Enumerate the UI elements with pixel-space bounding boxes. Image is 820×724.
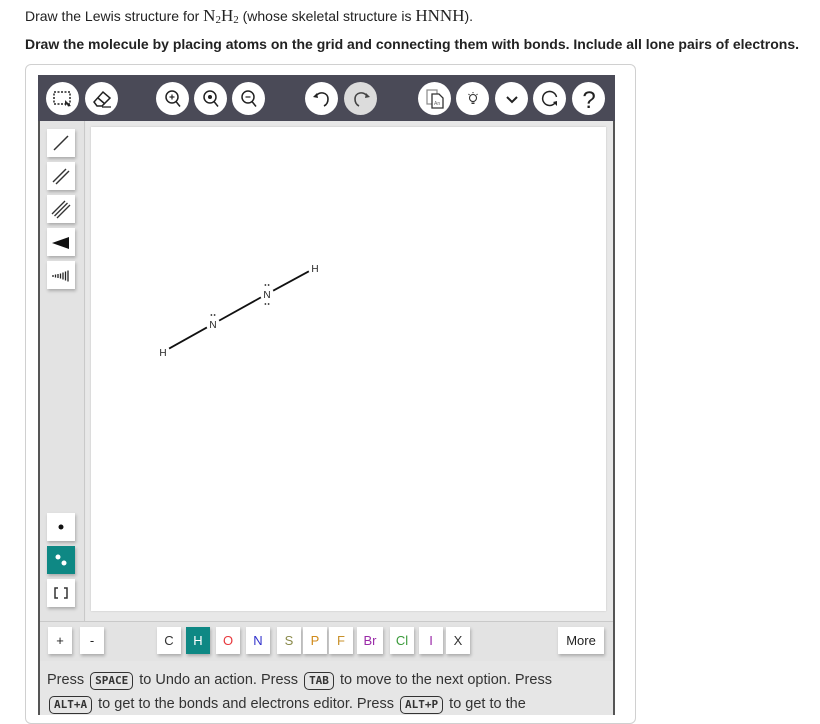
erase-button[interactable] <box>85 82 118 115</box>
question-instructions: Draw the molecule by placing atoms on th… <box>25 36 799 52</box>
bond-0[interactable] <box>168 326 208 350</box>
atom-n-1[interactable]: N <box>209 320 216 331</box>
element-button-cl[interactable]: Cl <box>390 627 414 654</box>
zoom-out-button[interactable] <box>232 82 265 115</box>
element-button-h[interactable]: H <box>186 627 210 654</box>
more-options-button[interactable] <box>495 82 528 115</box>
element-button-s[interactable]: S <box>277 627 301 654</box>
lone-pair-2-1 <box>264 303 270 305</box>
svg-text:?: ? <box>582 87 595 111</box>
alt-a-key: ALT+A <box>49 696 93 714</box>
wedge-bond-button[interactable] <box>47 228 75 256</box>
help-button[interactable]: ? <box>572 82 605 115</box>
atom-h-3[interactable]: H <box>311 264 318 275</box>
lone-pair-1-0 <box>210 314 216 316</box>
atom-n-2[interactable]: N <box>263 290 270 301</box>
question-line-1: Draw the Lewis structure for N2H2 (whose… <box>25 6 474 26</box>
more-elements-button[interactable]: More <box>558 627 604 654</box>
templates-button[interactable]: An <box>418 82 451 115</box>
space-key: SPACE <box>90 672 134 690</box>
lone-electron-button[interactable] <box>47 513 75 541</box>
element-button-br[interactable]: Br <box>357 627 383 654</box>
formula: N2H2 <box>203 6 239 26</box>
element-button-i[interactable]: I <box>419 627 443 654</box>
single-bond-button[interactable] <box>47 129 75 157</box>
undo-icon <box>312 91 329 107</box>
atom-h-0[interactable]: H <box>159 348 166 359</box>
triple-bond-button[interactable] <box>47 195 75 223</box>
hash-bond-button[interactable] <box>47 261 75 289</box>
zoom-out-icon <box>240 89 257 107</box>
marquee-select-button[interactable] <box>46 82 79 115</box>
tab-key: TAB <box>304 672 334 690</box>
question-middle: (whose skeletal structure is <box>238 8 416 24</box>
question-icon: ? <box>582 87 595 111</box>
zoom-in-button[interactable] <box>156 82 189 115</box>
element-button-n[interactable]: N <box>246 627 270 654</box>
brackets-icon <box>54 587 68 599</box>
lone-pair-2-0 <box>264 284 270 286</box>
hash-bond-icon <box>52 270 69 282</box>
lone-pair-button[interactable] <box>47 546 75 574</box>
element-button-p[interactable]: P <box>303 627 327 654</box>
hint-button[interactable] <box>456 82 489 115</box>
keyboard-help: Press SPACE to Undo an action. Press TAB… <box>47 672 552 714</box>
question-prefix: Draw the Lewis structure for <box>25 8 204 24</box>
marquee-select-icon <box>52 90 71 106</box>
chevron-down-icon <box>505 95 518 103</box>
reset-button[interactable] <box>533 82 566 115</box>
tool-sidebar <box>40 121 85 621</box>
element-button-f[interactable]: F <box>329 627 353 654</box>
bond-1[interactable] <box>218 296 262 322</box>
brackets-button[interactable] <box>47 579 75 607</box>
redo-button[interactable] <box>344 82 377 115</box>
charge-plus-button[interactable]: + <box>48 627 72 654</box>
skeletal-structure: HNNH <box>415 6 465 25</box>
eraser-icon <box>92 90 111 108</box>
single-bond-icon <box>53 135 69 151</box>
zoom-reset-icon <box>202 89 219 107</box>
element-button-x[interactable]: X <box>446 627 470 654</box>
lone-electron-icon <box>58 524 64 530</box>
element-button-c[interactable]: C <box>157 627 181 654</box>
triple-bond-icon <box>51 200 71 219</box>
bond-2[interactable] <box>272 270 310 292</box>
redo-icon <box>353 91 370 107</box>
charge-minus-button[interactable]: - <box>80 627 104 654</box>
alt-p-key: ALT+P <box>400 696 444 714</box>
element-button-o[interactable]: O <box>216 627 240 654</box>
lightbulb-icon <box>467 91 478 104</box>
zoom-reset-button[interactable] <box>194 82 227 115</box>
editor-toolbar: An ? <box>38 75 615 121</box>
lone-pair-icon <box>55 554 67 566</box>
double-bond-button[interactable] <box>47 162 75 190</box>
svg-text:An: An <box>434 101 440 107</box>
undo-button[interactable] <box>305 82 338 115</box>
wedge-bond-icon <box>52 237 69 249</box>
double-bond-icon <box>52 168 70 185</box>
templates-icon: An <box>425 88 444 109</box>
molecule-drawing: H N N H <box>159 264 318 359</box>
zoom-in-icon <box>164 89 181 107</box>
reset-icon <box>541 90 557 106</box>
drawing-canvas[interactable]: H N N H <box>91 127 606 611</box>
